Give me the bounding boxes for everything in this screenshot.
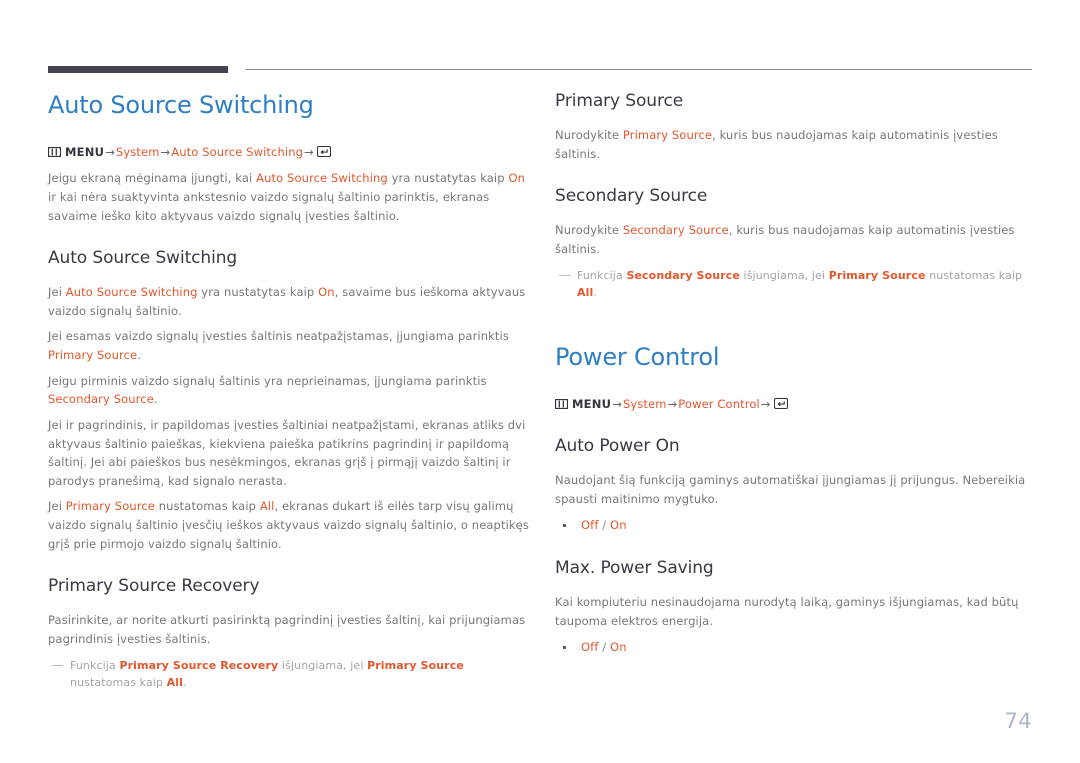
intro-text-2: yra nustatytas kaip [387,171,509,186]
breadcrumb-item-auto-source-switching[interactable]: Auto Source Switching [171,145,303,159]
rs2note-keyword-secondary-source: Secondary Source [626,268,740,282]
auto-power-on-options: Off / On [555,516,1035,534]
max-power-saving-options: Off / On [555,638,1035,656]
s1p1-text-1: Jei [48,285,66,300]
s2note-text-3: nustatomas kaip [70,676,167,690]
s1p3-keyword-secondary-source: Secondary Source [48,392,154,407]
section2-paragraph-1: Pasirinkite, ar norite atkurti pasirinkt… [48,613,526,647]
rs2note-keyword-all: All [577,286,594,300]
right-section1-paragraph-1: Nurodykite Primary Source, kuris bus nau… [555,126,1035,163]
enter-key-icon [773,397,788,409]
breadcrumb-menu-label: MENU [65,145,105,159]
option-off[interactable]: Off [581,518,599,532]
page-number: 74 [1004,709,1032,733]
s1p3-text-1: Jeigu pirminis vaizdo signalų šaltinis y… [48,373,487,388]
option-on[interactable]: On [610,518,627,532]
rs2note-text-3: nustatomas kaip [925,268,1023,282]
rs2p1-keyword-secondary-source: Secondary Source [622,223,729,238]
breadcrumb-menu-label: MENU [572,396,612,411]
section1-paragraph-4: Jei ir pagrindinis, ir papildomas įvesti… [48,417,526,488]
breadcrumb-item-system[interactable]: System [623,397,667,411]
intro-text-3: ir kai nėra suaktyvinta ankstesnio vaizd… [48,189,490,223]
intro-keyword-auto-source-switching: Auto Source Switching [256,171,388,186]
breadcrumb-arrow-3: → [304,145,314,159]
breadcrumb-arrow-1: → [612,396,622,411]
s2note-keyword-primary-source-recovery: Primary Source Recovery [119,658,279,672]
breadcrumb-item-system[interactable]: System [116,145,160,159]
s2note-keyword-all: All [166,676,184,690]
right-section4-paragraph-1: Kai kompiuteriu nesinaudojama nurodytą l… [555,594,1019,628]
rs2note-keyword-primary-source: Primary Source [828,268,926,282]
section-heading-secondary-source: Secondary Source [555,186,708,207]
breadcrumb-arrow-1: → [105,145,115,159]
right-section3-paragraph-1: Naudojant šią funkciją gaminys automatiš… [555,473,1026,506]
s1p3-text-2: . [153,392,158,407]
s1p2-text-1: Jei esamas vaizdo signalų įvesties šalti… [48,329,509,344]
rs2note-text-2: išjungiama, jei [739,268,829,282]
breadcrumb-arrow-3: → [760,396,771,411]
rs1p1-keyword-primary-source: Primary Source [622,128,713,143]
breadcrumb-arrow-2: → [667,396,678,411]
header-rule-thin-line [246,69,1032,70]
section1-paragraph-2: Jei esamas vaizdo signalų įvesties šalti… [48,327,530,364]
document-page: Auto Source Switching MENU→System→Auto S… [0,0,1080,763]
option-separator: / [598,518,611,533]
section-heading-max-power-saving: Max. Power Saving [555,557,714,578]
right-section2-paragraph-1: Nurodykite Secondary Source, kuris bus n… [555,221,1035,258]
s1p2-text-2: . [137,348,141,363]
s2note-text-2: išjungiama, jei [278,658,368,672]
header-rule-thick-bar [48,66,228,73]
breadcrumb-power-control: MENU→System→Power Control→ [554,396,1035,413]
s1p1-keyword-auto-source-switching: Auto Source Switching [65,285,198,300]
s1p2-keyword-primary-source: Primary Source [48,348,138,363]
header-rule [48,66,1032,74]
section-heading-auto-source-switching: Auto Source Switching [48,248,238,269]
left-column: Auto Source Switching MENU→System→Auto S… [47,90,530,692]
section-heading-primary-source: Primary Source [555,91,684,111]
breadcrumb-auto-source-switching: MENU→System→Auto Source Switching→ [47,144,530,161]
section1-paragraph-3: Jeigu pirminis vaizdo signalų šaltinis y… [48,372,530,409]
menu-grid-icon [554,397,569,410]
intro-paragraph: Jeigu ekraną mėginama įjungti, kai Auto … [48,169,530,225]
s1p5-text-2: nustatomas kaip [154,499,260,514]
page-title-auto-source-switching: Auto Source Switching [48,91,314,119]
option-separator: / [598,640,611,655]
s2note-text-1: Funkcija [70,658,120,672]
section1-paragraph-5: Jei Primary Source nustatomas kaip All, … [48,497,530,553]
right-section2-note: Funkcija Secondary Source išjungiama, je… [555,267,1035,302]
option-on[interactable]: On [610,640,627,654]
s1p5-keyword-all: All [259,499,275,514]
rs2p1-text-1: Nurodykite [555,223,623,238]
enter-key-icon [316,145,331,158]
s2note-text-4: . [183,676,187,690]
breadcrumb-item-power-control[interactable]: Power Control [678,397,760,411]
intro-text-1: Jeigu ekraną mėginama įjungti, kai [48,171,257,186]
rs2note-text-1: Funkcija [577,268,627,282]
s1p5-text-1: Jei [48,499,66,514]
s1p1-text-2: yra nustatytas kaip [197,285,319,300]
rs2note-text-4: . [593,286,597,300]
section2-note: Funkcija Primary Source Recovery išjungi… [48,657,530,692]
s2note-keyword-primary-source: Primary Source [367,658,464,672]
section-heading-primary-source-recovery: Primary Source Recovery [48,576,260,597]
rs1p1-text-1: Nurodykite [555,128,623,143]
menu-grid-icon [47,145,62,158]
option-off[interactable]: Off [581,640,599,654]
right-column: Primary Source Nurodykite Primary Source… [554,90,1035,657]
s1p5-keyword-primary-source: Primary Source [65,499,155,514]
intro-keyword-on: On [508,171,526,186]
section-heading-auto-power-on: Auto Power On [555,436,680,457]
page-title-power-control: Power Control [555,342,720,371]
section1-paragraph-1: Jei Auto Source Switching yra nustatytas… [48,283,530,320]
s1p1-keyword-on: On [318,285,335,300]
breadcrumb-arrow-2: → [160,145,171,159]
